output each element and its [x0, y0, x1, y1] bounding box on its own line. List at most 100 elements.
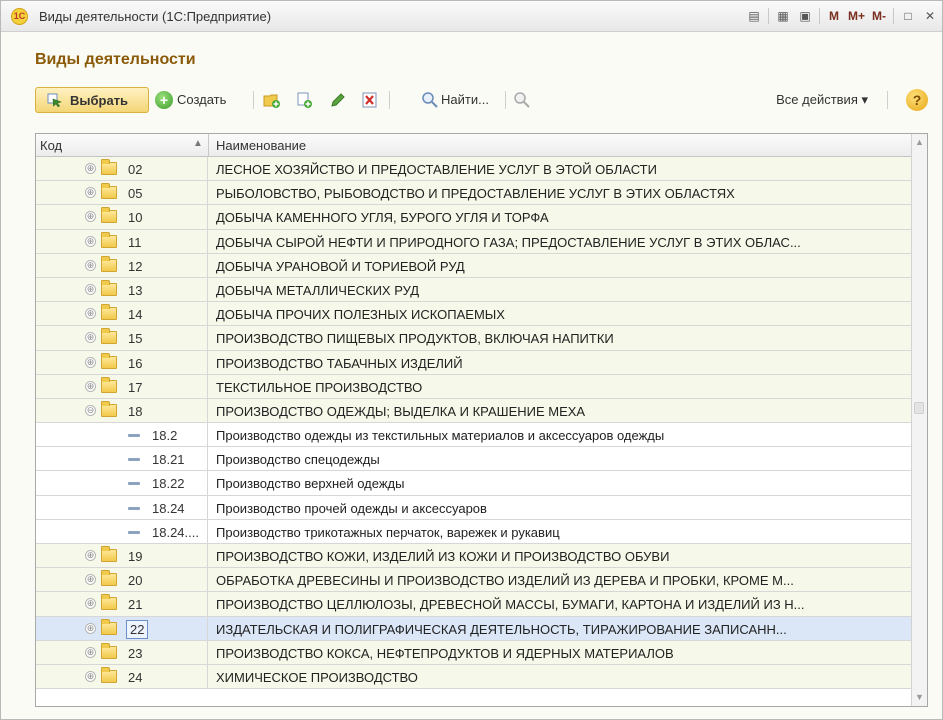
table-row[interactable]: ⊕ 10 ДОБЫЧА КАМЕННОГО УГЛЯ, БУРОГО УГЛЯ И …	[36, 205, 911, 230]
table-row[interactable]: 18.24.... Производство трикотажных перчат…	[36, 519, 911, 544]
table-row[interactable]: ⊕ 23 ПРОИЗВОДСТВО КОКСА, НЕФТЕПРОДУКТОВ И …	[36, 640, 911, 665]
folder-icon	[101, 255, 117, 272]
expand-icon[interactable]: ⊕	[85, 550, 96, 561]
collapse-icon[interactable]: ⊖	[85, 404, 96, 416]
table-row[interactable]: ⊕ 19 ПРОИЗВОДСТВО КОЖИ, ИЗДЕЛИЙ ИЗ КОЖИ И …	[36, 544, 911, 569]
table-row[interactable]: ⊕ 02 ЛЕСНОЕ ХОЗЯЙСТВО И ПРЕДОСТАВЛЕНИЕ УСЛ…	[36, 157, 911, 182]
expand-icon[interactable]: ⊕	[85, 574, 96, 586]
row-code: 18.2	[152, 428, 178, 444]
expand-icon[interactable]: ⊕	[85, 332, 96, 344]
toolbar-separator	[253, 91, 254, 109]
code-cell: ⊕ 23	[36, 640, 208, 664]
table-row[interactable]: ⊖ 18 ПРОИЗВОДСТВО ОДЕЖДЫ; ВЫДЕЛКА И КРАШЕН…	[36, 398, 911, 424]
code-cell: ⊕ 13	[36, 277, 208, 302]
table-row[interactable]: ⊕ 14 ДОБЫЧА ПРОЧИХ ПОЛЕЗНЫХ ИСКОПАЕМЫХ	[36, 302, 911, 327]
expand-icon[interactable]: ⊕	[85, 598, 96, 610]
calendar-icon[interactable]: ▣	[797, 8, 813, 24]
memory-minus-button[interactable]: M-	[871, 8, 887, 24]
folder-icon	[101, 618, 117, 635]
select-button[interactable]: Выбрать	[35, 87, 149, 113]
table-row[interactable]: ⊕ 20 ОБРАБОТКА ДРЕВЕСИНЫ И ПРОИЗВОДСТВО ИЗ…	[36, 568, 911, 593]
row-name: Производство верхней одежды	[216, 476, 405, 492]
expand-icon[interactable]: ⊕	[85, 259, 96, 271]
code-cell: 18.2	[36, 423, 208, 447]
row-code: 20	[128, 573, 143, 589]
expand-icon[interactable]: ⊕	[85, 235, 96, 247]
delete-mark-icon[interactable]	[361, 91, 379, 109]
scroll-down-icon[interactable]: ▼	[915, 692, 924, 702]
table-row[interactable]: ⊕ 24 ХИМИЧЕСКОЕ ПРОИЗВОДСТВО	[36, 664, 911, 690]
expand-icon[interactable]: ⊕	[85, 646, 96, 658]
activities-table[interactable]: Код ▲ Наименование ⊕ 02 ЛЕСНОЕ ХОЗЯЙСТВО И…	[35, 133, 928, 707]
copy-icon[interactable]	[295, 91, 313, 109]
table-row[interactable]: ⊕ 22 ИЗДАТЕЛЬСКАЯ И ПОЛИГРАФИЧЕСКАЯ ДЕЯТЕЛ…	[36, 616, 911, 641]
folder-icon	[101, 183, 117, 200]
create-folder-icon[interactable]	[263, 91, 281, 109]
expand-icon[interactable]: ⊕	[85, 283, 96, 295]
close-icon[interactable]: ✕	[922, 8, 938, 24]
row-code: 16	[128, 355, 143, 371]
row-name: ОБРАБОТКА ДРЕВЕСИНЫ И ПРОИЗВОДСТВО ИЗДЕЛ…	[216, 573, 794, 589]
expand-icon[interactable]: ⊕	[85, 380, 96, 392]
cancel-search-icon[interactable]	[513, 91, 531, 109]
app-logo[interactable]: 1С	[11, 8, 28, 25]
row-code: 18	[128, 403, 143, 419]
folder-icon	[101, 376, 117, 393]
all-actions-menu[interactable]: Все действия ▾	[776, 92, 868, 108]
edit-icon[interactable]	[329, 91, 347, 109]
search-icon	[422, 92, 438, 108]
row-code: 17	[128, 379, 143, 395]
title-tools: ▤ ▦ ▣ M M+ M- □ ✕	[740, 6, 938, 26]
expand-icon[interactable]: ⊕	[85, 187, 96, 199]
expand-icon[interactable]: ⊕	[85, 211, 96, 223]
row-code: 23	[128, 645, 143, 661]
table-row[interactable]: ⊕ 12 ДОБЫЧА УРАНОВОЙ И ТОРИЕВОЙ РУД	[36, 253, 911, 278]
row-code: 18.24	[152, 500, 185, 516]
table-row[interactable]: ⊕ 21 ПРОИЗВОДСТВО ЦЕЛЛЮЛОЗЫ, ДРЕВЕСНОЙ МАС…	[36, 592, 911, 617]
expand-icon[interactable]: ⊕	[85, 670, 96, 682]
form-title: Виды деятельности	[35, 51, 196, 68]
calculator-icon[interactable]: ▦	[775, 8, 791, 24]
row-code: 14	[128, 307, 143, 323]
row-code: 15	[128, 331, 143, 347]
code-cell: ⊕ 16	[36, 350, 208, 374]
table-row[interactable]: 18.24 Производство прочей одежды и аксесс…	[36, 495, 911, 520]
column-divider	[208, 134, 209, 156]
table-row[interactable]: ⊕ 17 ТЕКСТИЛЬНОЕ ПРОИЗВОДСТВО	[36, 374, 911, 399]
column-header-code[interactable]: Код	[40, 138, 62, 153]
folder-icon	[101, 666, 117, 683]
code-cell: 18.24	[36, 495, 208, 519]
folder-icon	[101, 207, 117, 224]
column-header-name[interactable]: Наименование	[216, 138, 306, 153]
scrollbar-thumb[interactable]	[914, 402, 924, 414]
table-row[interactable]: 18.22 Производство верхней одежды	[36, 471, 911, 496]
print-icon[interactable]: ▤	[746, 8, 762, 24]
table-row[interactable]: ⊕ 13 ДОБЫЧА МЕТАЛЛИЧЕСКИХ РУД	[36, 277, 911, 303]
app-window: 1С Виды деятельности (1С:Предприятие) ▤ …	[0, 0, 943, 720]
memory-plus-button[interactable]: M+	[848, 8, 865, 24]
expand-icon[interactable]: ⊕	[85, 356, 96, 368]
memory-m-button[interactable]: M	[826, 8, 842, 24]
maximize-icon[interactable]: □	[900, 8, 916, 24]
expand-icon[interactable]: ⊕	[85, 622, 96, 634]
table-row[interactable]: ⊕ 05 РЫБОЛОВСТВО, РЫБОВОДСТВО И ПРЕДОСТАВЛ…	[36, 181, 911, 206]
item-icon	[128, 458, 140, 462]
table-row[interactable]: ⊕ 16 ПРОИЗВОДСТВО ТАБАЧНЫХ ИЗДЕЛИЙ	[36, 350, 911, 375]
table-row[interactable]: ⊕ 15 ПРОИЗВОДСТВО ПИЩЕВЫХ ПРОДУКТОВ, ВКЛЮЧ…	[36, 326, 911, 351]
plus-icon: +	[155, 91, 173, 109]
table-row[interactable]: ⊕ 11 ДОБЫЧА СЫРОЙ НЕФТИ И ПРИРОДНОГО ГАЗА;…	[36, 229, 911, 254]
code-cell: ⊕ 19	[36, 544, 208, 568]
scroll-up-icon[interactable]: ▲	[915, 137, 924, 147]
vertical-scrollbar[interactable]: ▲ ▼	[911, 134, 927, 706]
row-code: 22	[126, 619, 149, 639]
help-button[interactable]: ?	[906, 89, 928, 111]
table-row[interactable]: 18.21 Производство спецодежды	[36, 447, 911, 472]
code-cell: ⊕ 22	[36, 616, 208, 640]
table-row[interactable]: 18.2 Производство одежды из текстильных м…	[36, 423, 911, 448]
row-name: РЫБОЛОВСТВО, РЫБОВОДСТВО И ПРЕДОСТАВЛЕНИ…	[216, 186, 735, 202]
folder-icon	[101, 279, 117, 296]
expand-icon[interactable]: ⊕	[85, 163, 96, 174]
expand-icon[interactable]: ⊕	[85, 308, 96, 320]
code-cell: ⊕ 05	[36, 181, 208, 205]
row-name: ДОБЫЧА ПРОЧИХ ПОЛЕЗНЫХ ИСКОПАЕМЫХ	[216, 307, 505, 323]
